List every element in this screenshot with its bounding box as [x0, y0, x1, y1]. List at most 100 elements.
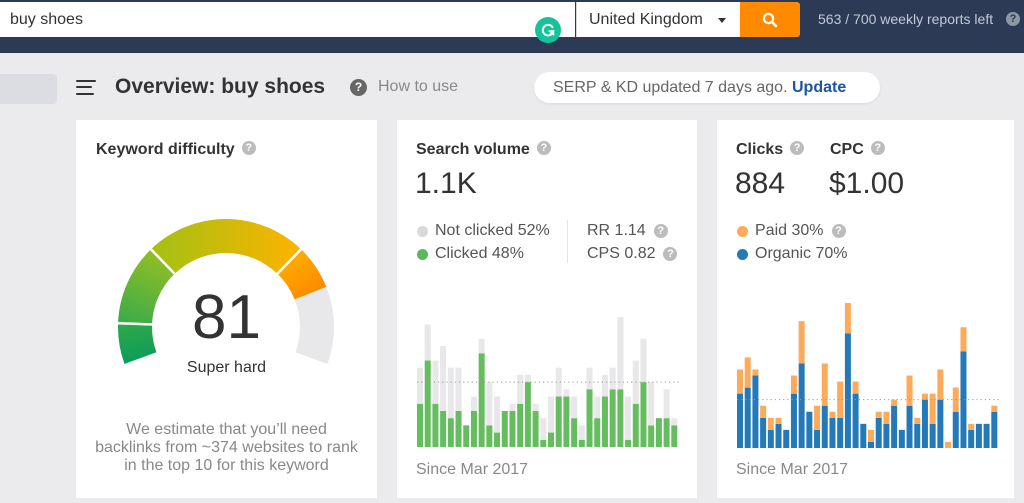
bar-not-clicked[interactable]	[578, 425, 585, 440]
bar-organic[interactable]	[821, 405, 828, 448]
help-icon[interactable]	[870, 141, 885, 156]
bar-clicked[interactable]	[571, 418, 578, 447]
bar-not-clicked[interactable]	[532, 403, 539, 411]
sidebar-partial-label[interactable]: s	[0, 315, 1, 332]
bar-clicked[interactable]	[509, 410, 516, 447]
bar-paid[interactable]	[960, 327, 967, 352]
bar-not-clicked[interactable]	[432, 360, 439, 404]
bar-organic[interactable]	[767, 429, 774, 448]
bar-organic[interactable]	[860, 423, 867, 448]
bar-organic[interactable]	[975, 423, 982, 448]
help-icon[interactable]	[350, 79, 367, 96]
bar-organic[interactable]	[783, 429, 790, 448]
help-icon[interactable]	[653, 224, 668, 238]
bar-paid[interactable]	[775, 417, 782, 424]
bar-paid[interactable]	[883, 411, 890, 424]
bar-organic[interactable]	[914, 423, 921, 448]
bar-organic[interactable]	[891, 405, 898, 448]
bar-clicked[interactable]	[648, 425, 655, 447]
search-button[interactable]	[740, 2, 800, 37]
bar-not-clicked[interactable]	[671, 418, 678, 426]
bar-paid[interactable]	[914, 417, 921, 424]
bar-clicked[interactable]	[563, 396, 570, 447]
bar-clicked[interactable]	[486, 425, 493, 447]
bar-paid[interactable]	[767, 417, 774, 430]
bar-clicked[interactable]	[594, 418, 601, 447]
bar-paid[interactable]	[790, 375, 797, 394]
bar-clicked[interactable]	[617, 389, 624, 447]
bar-organic[interactable]	[991, 411, 998, 448]
bar-paid[interactable]	[906, 375, 913, 406]
bar-clicked[interactable]	[440, 410, 447, 447]
help-icon[interactable]	[790, 141, 805, 156]
bar-not-clicked[interactable]	[447, 367, 454, 419]
bar-not-clicked[interactable]	[486, 382, 493, 426]
bar-organic[interactable]	[868, 441, 875, 448]
bar-paid[interactable]	[991, 405, 998, 412]
bar-organic[interactable]	[744, 387, 751, 448]
bar-organic[interactable]	[906, 405, 913, 448]
help-icon[interactable]	[831, 224, 846, 238]
bar-organic[interactable]	[737, 393, 744, 448]
bar-clicked[interactable]	[548, 432, 555, 447]
update-link[interactable]: Update	[792, 79, 846, 96]
bar-organic[interactable]	[960, 351, 967, 448]
grammarly-icon[interactable]	[535, 17, 561, 43]
help-icon[interactable]	[241, 141, 256, 156]
bar-organic[interactable]	[952, 411, 959, 448]
bar-organic[interactable]	[752, 375, 759, 448]
bar-organic[interactable]	[968, 429, 975, 448]
bar-clicked[interactable]	[532, 410, 539, 447]
bar-paid[interactable]	[921, 393, 928, 400]
help-icon[interactable]	[536, 141, 551, 156]
bar-paid[interactable]	[737, 369, 744, 394]
bar-clicked[interactable]	[501, 410, 508, 447]
bar-clicked[interactable]	[517, 403, 524, 447]
bar-clicked[interactable]	[494, 432, 501, 447]
bar-clicked[interactable]	[578, 439, 585, 447]
bar-organic[interactable]	[814, 429, 821, 448]
bar-not-clicked[interactable]	[424, 324, 431, 361]
bar-paid[interactable]	[752, 369, 759, 376]
bar-clicked[interactable]	[655, 418, 662, 447]
bar-clicked[interactable]	[586, 389, 593, 447]
bar-not-clicked[interactable]	[625, 396, 632, 440]
bar-organic[interactable]	[829, 417, 836, 448]
sidebar-active-item[interactable]	[0, 74, 57, 104]
bar-paid[interactable]	[929, 393, 936, 424]
bar-paid[interactable]	[798, 321, 805, 364]
bar-clicked[interactable]	[609, 389, 616, 447]
bar-clicked[interactable]	[455, 410, 462, 447]
bar-organic[interactable]	[852, 393, 859, 448]
bar-not-clicked[interactable]	[648, 382, 655, 426]
help-icon[interactable]	[663, 247, 678, 261]
bar-not-clicked[interactable]	[540, 418, 547, 440]
bar-not-clicked[interactable]	[586, 367, 593, 390]
bar-organic[interactable]	[806, 411, 813, 448]
bar-paid[interactable]	[891, 399, 898, 406]
bar-organic[interactable]	[898, 429, 905, 448]
bar-paid[interactable]	[875, 411, 882, 418]
bar-organic[interactable]	[983, 423, 990, 448]
bar-organic[interactable]	[798, 363, 805, 448]
bar-organic[interactable]	[883, 423, 890, 448]
bar-not-clicked[interactable]	[571, 396, 578, 419]
bar-not-clicked[interactable]	[494, 396, 501, 433]
bar-clicked[interactable]	[540, 439, 547, 447]
bar-not-clicked[interactable]	[470, 396, 477, 411]
bar-clicked[interactable]	[470, 410, 477, 447]
bar-clicked[interactable]	[671, 425, 678, 447]
bar-clicked[interactable]	[524, 382, 531, 447]
bar-organic[interactable]	[760, 417, 767, 448]
bar-clicked[interactable]	[601, 396, 608, 447]
bar-organic[interactable]	[775, 423, 782, 448]
bar-organic[interactable]	[875, 417, 882, 448]
bar-paid[interactable]	[852, 381, 859, 394]
bar-paid[interactable]	[868, 429, 875, 442]
bar-paid[interactable]	[937, 369, 944, 400]
bar-paid[interactable]	[814, 405, 821, 430]
bar-not-clicked[interactable]	[455, 367, 462, 411]
bar-paid[interactable]	[844, 303, 851, 334]
bar-not-clicked[interactable]	[517, 374, 524, 404]
bar-paid[interactable]	[829, 411, 836, 418]
